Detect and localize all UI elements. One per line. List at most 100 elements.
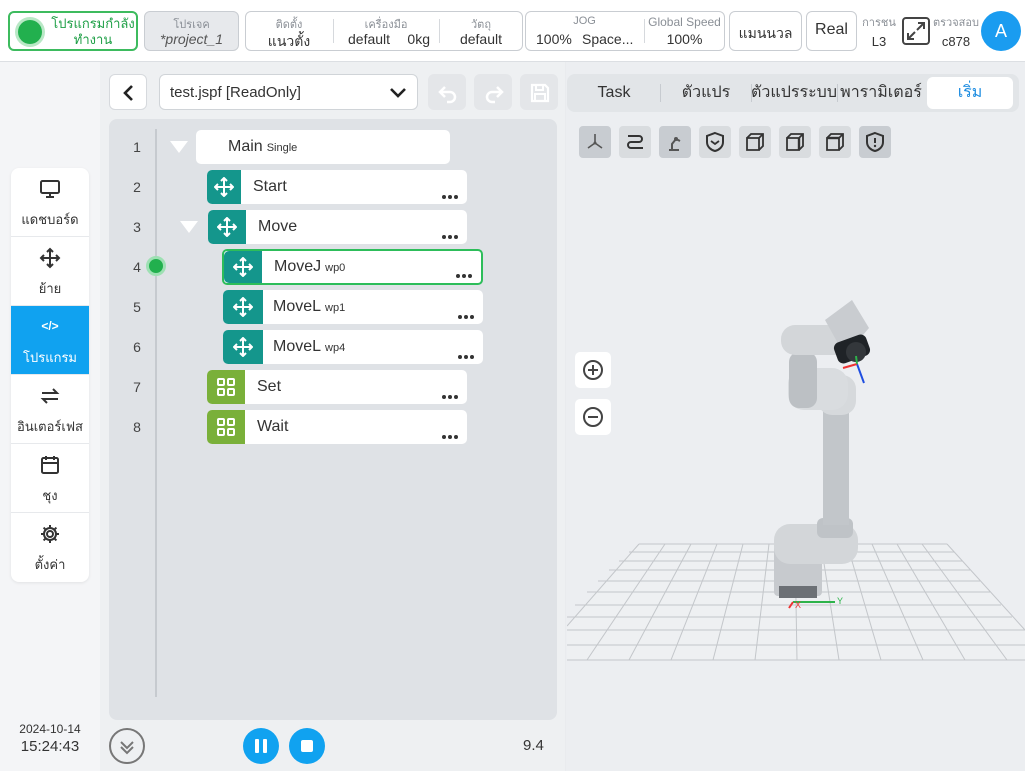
- scroll-down-button[interactable]: [109, 728, 145, 764]
- collapse-main-icon[interactable]: [170, 141, 188, 153]
- tab-parameters[interactable]: พารามิเตอร์: [838, 74, 924, 112]
- expand-icon[interactable]: [902, 17, 930, 45]
- node-label: MoveL wp4: [273, 338, 346, 355]
- more-options-icon[interactable]: [440, 226, 458, 244]
- tree-node-movej-wp0[interactable]: MoveJ wp0: [222, 249, 483, 285]
- global-speed-caption: Global Speed: [648, 15, 721, 29]
- node-label: Start: [253, 178, 287, 195]
- tree-node-wait[interactable]: Wait: [207, 410, 467, 444]
- tree-guide-line: [155, 129, 157, 697]
- tab-start[interactable]: เริ่ม: [927, 77, 1013, 109]
- undo-button[interactable]: [428, 74, 466, 110]
- base-y-label: Y: [837, 596, 843, 606]
- move-node-icon: [207, 170, 241, 204]
- grid-node-icon: [207, 370, 245, 404]
- save-icon: [530, 83, 550, 103]
- user-avatar[interactable]: A: [981, 11, 1021, 51]
- sidebar: แดชบอร์ด ย้าย </> โปรแกรม อินเตอร์เฟส ชุ…: [0, 62, 100, 771]
- nav-item-interface[interactable]: อินเตอร์เฟส: [11, 375, 89, 444]
- program-status-button[interactable]: โปรแกรมกำลังทำงาน: [8, 11, 138, 51]
- tree-node-start[interactable]: Start: [207, 170, 467, 204]
- collision-level[interactable]: การชน L3: [861, 13, 897, 49]
- right-panel: Task ตัวแปร ตัวแปรระบบ พารามิเตอร์ เริ่ม: [566, 62, 1025, 771]
- calendar-icon: [41, 456, 59, 474]
- nav-label: ชุง: [42, 488, 58, 503]
- tab-task[interactable]: Task: [567, 74, 661, 112]
- nav-item-move[interactable]: ย้าย: [11, 237, 89, 306]
- robot-3d-viewer[interactable]: X Y: [567, 120, 1025, 771]
- program-editor: test.jspf [ReadOnly] 1 2 3 4 5 6 7 8 Mai…: [100, 62, 565, 771]
- jog-panel[interactable]: JOG 100% Space... Global Speed 100%: [525, 11, 725, 51]
- tree-node-movel-wp4[interactable]: MoveL wp4: [223, 330, 483, 364]
- pause-button[interactable]: [243, 728, 279, 764]
- tool-y-axis: [855, 355, 858, 365]
- check-caption: ตรวจสอบ: [933, 17, 979, 29]
- nav-label: อินเตอร์เฟส: [17, 419, 83, 434]
- chevron-down-icon: [390, 88, 406, 98]
- check-status[interactable]: ตรวจสอบ c878: [931, 13, 981, 49]
- tab-variables[interactable]: ตัวแปร: [661, 74, 751, 112]
- more-options-icon[interactable]: [440, 426, 458, 444]
- speed-readout: 9.4: [523, 737, 544, 754]
- more-options-icon[interactable]: [456, 346, 474, 364]
- manual-mode-label: แมนนวล: [738, 25, 793, 41]
- right-tabs: Task ตัวแปร ตัวแปรระบบ พารามิเตอร์ เริ่ม: [567, 74, 1019, 112]
- swap-icon: [40, 388, 60, 404]
- tree-node-set[interactable]: Set: [207, 370, 467, 404]
- node-label: MoveL wp1: [273, 298, 346, 315]
- collision-value: L3: [871, 34, 887, 49]
- object-value: default: [459, 31, 503, 47]
- redo-icon: [485, 86, 504, 104]
- nav-label: แดชบอร์ด: [21, 212, 79, 227]
- grid-node-icon: [207, 410, 245, 444]
- move-icon: [39, 247, 61, 269]
- line-number: 2: [133, 179, 141, 195]
- line-number: 3: [133, 219, 141, 235]
- collapse-move-icon[interactable]: [180, 221, 198, 233]
- installation-panel[interactable]: ติดตั้ง แนวตั้ง เครื่องมือ default 0kg ว…: [245, 11, 523, 51]
- nav-item-dashboard[interactable]: แดชบอร์ด: [11, 168, 89, 237]
- tool-z-axis: [856, 363, 865, 384]
- tree-node-move[interactable]: Move: [208, 210, 467, 244]
- more-options-icon[interactable]: [454, 265, 472, 283]
- robot-model: [774, 300, 871, 598]
- nav-item-program[interactable]: </> โปรแกรม: [11, 306, 89, 375]
- move-node-icon: [223, 290, 263, 324]
- more-options-icon[interactable]: [456, 306, 474, 324]
- node-label: Move: [258, 218, 298, 235]
- save-button[interactable]: [520, 74, 558, 110]
- back-button[interactable]: [109, 74, 147, 110]
- more-options-icon[interactable]: [440, 186, 458, 204]
- current-time: 15:24:43: [20, 738, 80, 755]
- stop-button[interactable]: [289, 728, 325, 764]
- more-options-icon[interactable]: [440, 386, 458, 404]
- tree-node-main[interactable]: Main Single: [196, 130, 450, 164]
- object-cell[interactable]: วัตถุ default: [440, 12, 522, 50]
- top-bar: โปรแกรมกำลังทำงาน โปรเจค *project_1 ติดต…: [0, 0, 1025, 62]
- jog-cell[interactable]: JOG 100% Space...: [526, 12, 643, 50]
- real-mode-button[interactable]: Real: [806, 11, 857, 51]
- global-speed-cell[interactable]: Global Speed 100%: [645, 12, 724, 50]
- base-x-label: X: [795, 600, 801, 610]
- chevron-down-circle-icon: [120, 741, 134, 755]
- nav-item-settings[interactable]: ตั้งค่า: [11, 513, 89, 582]
- robot-scene: X Y: [567, 300, 1025, 661]
- tree-node-movel-wp1[interactable]: MoveL wp1: [223, 290, 483, 324]
- redo-button[interactable]: [474, 74, 512, 110]
- node-label: Wait: [257, 418, 289, 435]
- tab-system-variables[interactable]: ตัวแปรระบบ: [751, 74, 837, 112]
- current-date: 2024-10-14: [19, 722, 81, 736]
- nav-item-schedule[interactable]: ชุง: [11, 444, 89, 513]
- project-name: *project_1: [159, 31, 224, 47]
- line-number: 6: [133, 339, 141, 355]
- tool-cell[interactable]: เครื่องมือ default 0kg: [334, 12, 438, 50]
- line-number: 5: [133, 299, 141, 315]
- manual-mode-button[interactable]: แมนนวล: [729, 11, 802, 51]
- program-tree: 1 2 3 4 5 6 7 8 Main Single Start Move M…: [109, 119, 557, 720]
- project-selector[interactable]: โปรเจค *project_1: [144, 11, 239, 51]
- main-navigation: แดชบอร์ด ย้าย </> โปรแกรม อินเตอร์เฟส ชุ…: [11, 168, 89, 582]
- setup-cell[interactable]: ติดตั้ง แนวตั้ง: [246, 12, 332, 50]
- node-label: MoveJ wp0: [274, 258, 346, 275]
- monitor-icon: [40, 180, 60, 198]
- program-file-select[interactable]: test.jspf [ReadOnly]: [159, 74, 418, 110]
